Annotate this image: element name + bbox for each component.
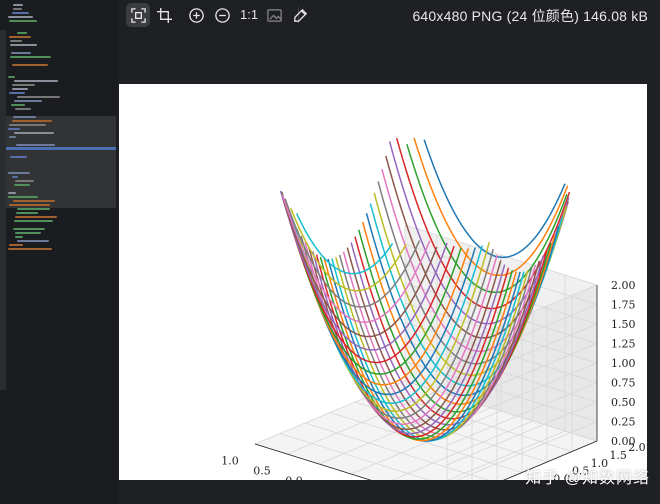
minimap-line xyxy=(17,240,49,242)
minimap-line xyxy=(17,208,50,210)
z-tick-label: 1.75 xyxy=(611,299,636,312)
minimap-line xyxy=(14,80,58,82)
minimap-line xyxy=(11,104,25,106)
minimap-line xyxy=(8,16,33,18)
x-tick-label: 0.0 xyxy=(285,474,303,480)
minimap-line xyxy=(14,132,54,134)
minimap-line xyxy=(9,136,16,138)
minimap-line xyxy=(9,92,25,94)
minimap-line xyxy=(15,216,57,218)
minimap-line xyxy=(13,8,22,10)
minimap-line xyxy=(15,236,23,238)
minimap-line xyxy=(12,64,48,66)
image-mode-button[interactable] xyxy=(262,3,286,27)
crop-button[interactable] xyxy=(152,3,176,27)
z-tick-label: 0.50 xyxy=(611,396,636,409)
z-tick-label: 2.00 xyxy=(611,279,636,292)
minimap-line xyxy=(14,220,53,222)
code-minimap[interactable] xyxy=(0,0,118,504)
image-icon xyxy=(266,8,282,22)
minimap-line xyxy=(10,40,22,42)
image-viewer-toolbar: 1:1 640x480 PNG (24 位颜色) 146.08 kB xyxy=(118,0,660,30)
minimap-line xyxy=(12,84,35,86)
minimap-line xyxy=(9,244,23,246)
minimap-line xyxy=(10,56,51,58)
fit-icon xyxy=(130,7,146,23)
minimap-line xyxy=(15,108,31,110)
zoom-out-icon xyxy=(214,7,230,23)
minimap-line xyxy=(16,212,38,214)
color-picker-button[interactable] xyxy=(288,3,312,27)
minimap-line xyxy=(12,120,52,122)
zoom-out-button[interactable] xyxy=(210,3,234,27)
minimap-line xyxy=(13,4,23,6)
image-preview: 0.00 0.25 0.50 0.75 1.00 1.25 1.50 1.75 2.00 1.0 0… xyxy=(119,84,647,480)
minimap-line xyxy=(8,128,20,130)
zoom-in-button[interactable] xyxy=(184,3,208,27)
fit-to-window-button[interactable] xyxy=(126,3,150,27)
scroll-edge xyxy=(0,30,6,390)
x-tick-label: 1.0 xyxy=(221,454,239,467)
minimap-line xyxy=(12,176,18,178)
minimap-line xyxy=(11,52,31,54)
minimap-line xyxy=(10,156,27,158)
minimap-line xyxy=(13,200,55,202)
minimap-line xyxy=(17,96,60,98)
minimap-line xyxy=(14,184,30,186)
minimap-line xyxy=(8,248,52,250)
minimap-line xyxy=(16,144,55,146)
eyedropper-icon xyxy=(293,8,307,22)
y-tick-label: 1.5 xyxy=(609,449,627,462)
zoom-in-icon xyxy=(188,7,204,23)
z-tick-label: 1.25 xyxy=(611,338,636,351)
minimap-line xyxy=(13,116,36,118)
minimap-line xyxy=(17,32,27,34)
z-tick-label: 0.75 xyxy=(611,377,636,390)
minimap-line xyxy=(9,20,37,22)
3d-line-plot: 0.000.250.500.751.001.251.501.752.001.00… xyxy=(221,137,646,480)
crop-icon xyxy=(156,7,172,23)
minimap-line xyxy=(14,100,42,102)
minimap-line xyxy=(8,76,15,78)
x-tick-label: 0.5 xyxy=(253,464,271,477)
y-tick-label: 2.0 xyxy=(628,441,646,454)
actual-size-button[interactable]: 1:1 xyxy=(240,7,258,22)
minimap-line xyxy=(10,44,37,46)
watermark: 知乎 @知数网络 xyxy=(525,470,650,487)
minimap-line xyxy=(15,232,41,234)
minimap-line xyxy=(15,180,34,182)
minimap-line xyxy=(9,36,31,38)
z-tick-label: 0.25 xyxy=(611,416,636,429)
minimap-line xyxy=(6,147,116,150)
minimap-line xyxy=(9,204,50,206)
minimap-line xyxy=(9,124,46,126)
z-tick-label: 1.50 xyxy=(611,318,636,331)
file-info-label: 640x480 PNG (24 位颜色) 146.08 kB xyxy=(412,8,648,24)
minimap-line xyxy=(8,172,30,174)
z-tick-label: 1.00 xyxy=(611,357,636,370)
minimap-line xyxy=(8,196,38,198)
minimap-line xyxy=(13,228,45,230)
minimap-line xyxy=(12,88,28,90)
minimap-line xyxy=(12,12,29,14)
minimap-line xyxy=(6,116,116,208)
minimap-line xyxy=(8,192,16,194)
